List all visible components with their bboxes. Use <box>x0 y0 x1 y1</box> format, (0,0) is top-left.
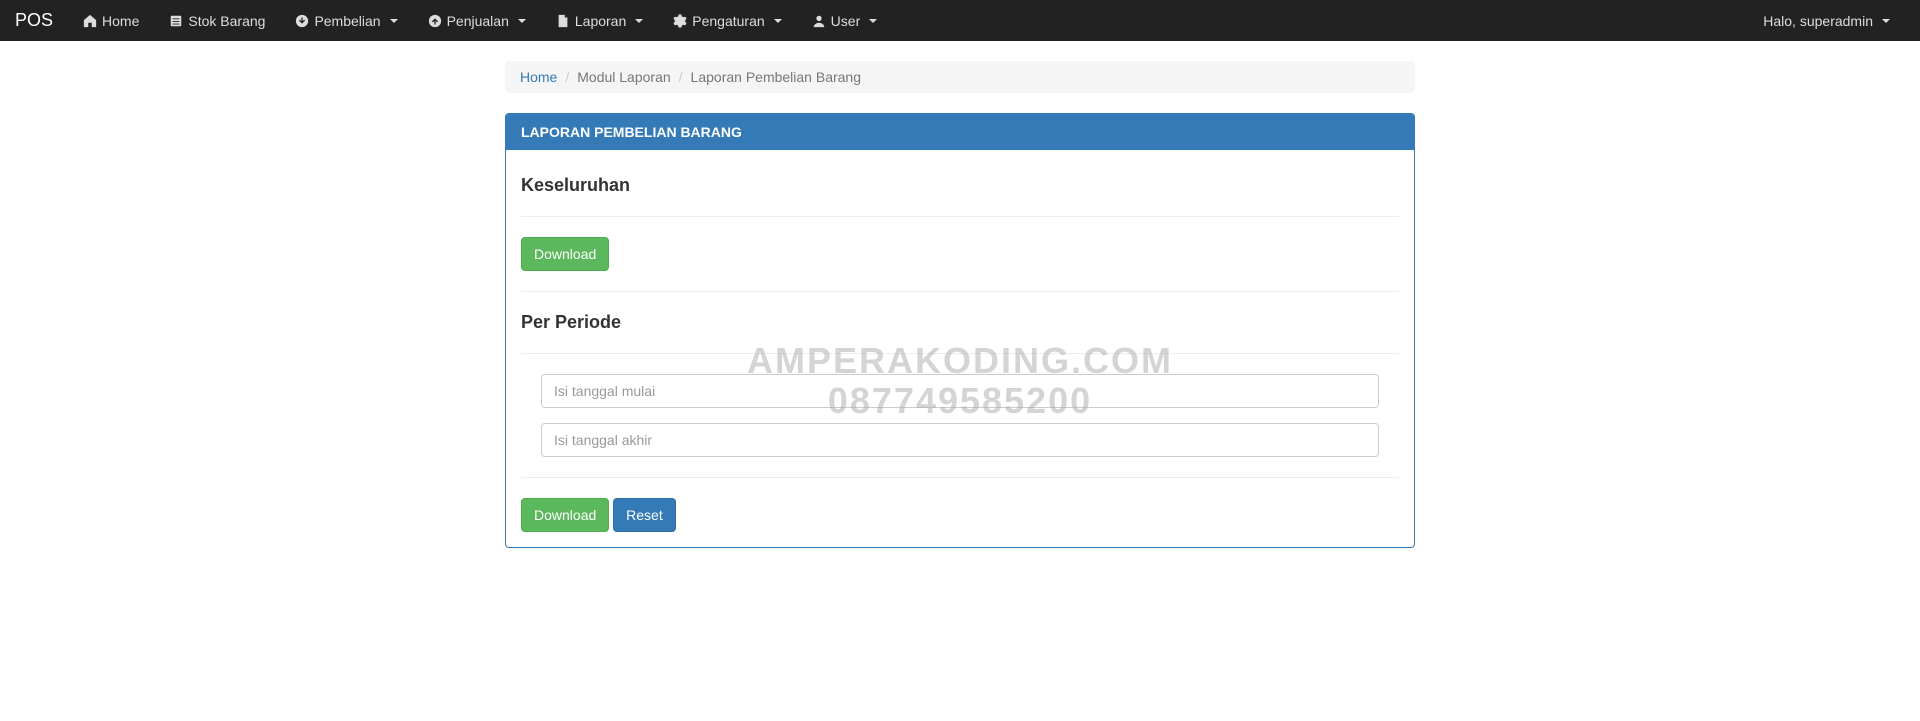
breadcrumb: Home Modul Laporan Laporan Pembelian Bar… <box>505 61 1415 93</box>
gear-icon <box>673 14 687 28</box>
user-icon <box>812 14 826 28</box>
navbar-left: POS Home Stok Barang Pembelian Penjualan… <box>15 0 892 41</box>
section-all-title: Keseluruhan <box>521 175 1399 196</box>
divider <box>521 477 1399 478</box>
section-period-title: Per Periode <box>521 312 1399 333</box>
end-date-input[interactable] <box>541 423 1379 457</box>
nav-home-label: Home <box>102 13 139 29</box>
home-icon <box>83 14 97 28</box>
period-form <box>521 374 1399 457</box>
greeting-label: Halo, superadmin <box>1763 13 1873 29</box>
caret-icon <box>774 19 782 23</box>
nav-penjualan[interactable]: Penjualan <box>413 3 541 39</box>
caret-icon <box>518 19 526 23</box>
start-date-input[interactable] <box>541 374 1379 408</box>
nav-stok-barang[interactable]: Stok Barang <box>154 3 280 39</box>
nav-user-label: User <box>831 13 861 29</box>
list-icon <box>169 14 183 28</box>
nav-home[interactable]: Home <box>68 3 154 39</box>
caret-icon <box>635 19 643 23</box>
file-icon <box>556 14 570 28</box>
caret-icon <box>390 19 398 23</box>
caret-icon <box>869 19 877 23</box>
breadcrumb-modul: Modul Laporan <box>557 69 670 85</box>
reset-button[interactable]: Reset <box>613 498 676 532</box>
nav-pengaturan-label: Pengaturan <box>692 13 764 29</box>
download-period-button[interactable]: Download <box>521 498 609 532</box>
nav-penjualan-label: Penjualan <box>447 13 509 29</box>
breadcrumb-current: Laporan Pembelian Barang <box>671 69 861 85</box>
nav-stok-label: Stok Barang <box>188 13 265 29</box>
nav-laporan-label: Laporan <box>575 13 626 29</box>
panel: LAPORAN PEMBELIAN BARANG Keseluruhan Dow… <box>505 113 1415 548</box>
navbar: POS Home Stok Barang Pembelian Penjualan… <box>0 0 1920 41</box>
nav-pembelian-label: Pembelian <box>314 13 380 29</box>
download-all-button[interactable]: Download <box>521 237 609 271</box>
breadcrumb-home: Home <box>520 69 557 85</box>
divider <box>521 216 1399 217</box>
divider <box>521 291 1399 292</box>
panel-body: Keseluruhan Download Per Periode Downloa… <box>506 150 1414 547</box>
nav-greeting[interactable]: Halo, superadmin <box>1748 3 1905 39</box>
panel-title: LAPORAN PEMBELIAN BARANG <box>506 114 1414 150</box>
navbar-right: Halo, superadmin <box>1748 3 1905 39</box>
container: Home Modul Laporan Laporan Pembelian Bar… <box>490 61 1430 548</box>
breadcrumb-home-link[interactable]: Home <box>520 69 557 85</box>
arrow-up-circle-icon <box>428 14 442 28</box>
nav-user[interactable]: User <box>797 3 893 39</box>
nav-laporan[interactable]: Laporan <box>541 3 658 39</box>
caret-icon <box>1882 19 1890 23</box>
divider <box>521 353 1399 354</box>
navbar-brand[interactable]: POS <box>15 0 68 41</box>
nav-pembelian[interactable]: Pembelian <box>280 3 412 39</box>
nav-pengaturan[interactable]: Pengaturan <box>658 3 796 39</box>
arrow-down-circle-icon <box>295 14 309 28</box>
